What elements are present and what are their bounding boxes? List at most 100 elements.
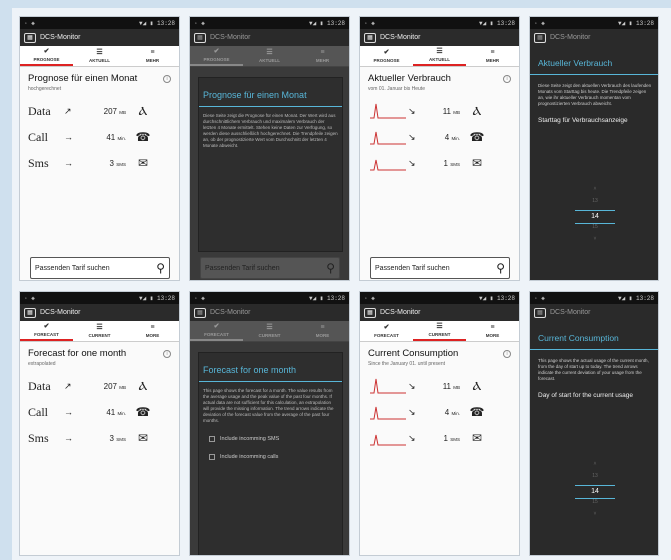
status-bar: ◦ ◈ ▼◢ ▮ 13:28 bbox=[20, 17, 179, 29]
antenna-icon: Ⲁ bbox=[138, 103, 148, 118]
page-subtitle: Since the January 01. until present bbox=[368, 361, 445, 367]
dialog-text: Diese Seite zeigt den aktuellen Verbrauc… bbox=[538, 83, 652, 106]
sparkline-graph bbox=[368, 377, 408, 395]
tab-forecast[interactable]: ✔ FORECAST bbox=[190, 321, 243, 341]
find-tariff-button[interactable]: Passenden Tarif suchen ⚲ bbox=[200, 257, 340, 279]
screenshot-board: ◦ ◈ ▼◢ ▮ 13:28 ▦ DCS-Monitor ✔ PROGNOSE ☰ AK… bbox=[12, 8, 671, 560]
info-icon[interactable]: i bbox=[503, 349, 511, 358]
sparkline-graph bbox=[368, 154, 408, 172]
sparkline-graph bbox=[368, 128, 408, 146]
tab-aktuell[interactable]: ☰ AKTUELL bbox=[413, 46, 466, 66]
picker-up-icon[interactable]: ˄ bbox=[575, 186, 615, 198]
tab-forecast[interactable]: ✔ FORECAST bbox=[20, 321, 73, 341]
menu-icon: ≡ bbox=[150, 49, 155, 56]
antenna-icon: Ⲁ bbox=[138, 378, 148, 393]
dialog-text: This page shows the actual usage of the … bbox=[538, 358, 649, 381]
tab-mehr[interactable]: ≡ MEHR bbox=[296, 46, 349, 66]
antenna-icon: Ⲁ bbox=[472, 103, 482, 118]
trend-flat-icon: → bbox=[64, 433, 73, 443]
sparkline-graph bbox=[368, 403, 408, 421]
app-logo-icon: ▦ bbox=[534, 307, 546, 318]
tab-more[interactable]: ≡ MORE bbox=[466, 321, 519, 341]
start-day-label: Starttag für Verbrauchsanzeige bbox=[538, 117, 628, 124]
envelope-icon: ✉ bbox=[137, 431, 149, 445]
tab-current[interactable]: ☰ CURRENT bbox=[73, 321, 126, 341]
search-icon: ⚲ bbox=[156, 261, 165, 275]
start-day-label: Day of start for the current usage bbox=[538, 392, 634, 399]
picker-selected[interactable]: 14 bbox=[575, 485, 615, 499]
page-title: Current Consumption bbox=[368, 348, 459, 359]
tab-current[interactable]: ☰ CURRENT bbox=[243, 321, 296, 341]
trend-down-icon: ↘ bbox=[408, 157, 416, 168]
usage-row-call: Call → 41 Min. ☎ bbox=[28, 129, 151, 145]
envelope-icon: ✉ bbox=[471, 156, 483, 170]
tab-current[interactable]: ☰ CURRENT bbox=[413, 321, 466, 341]
info-icon[interactable]: i bbox=[503, 74, 511, 83]
tab-aktuell[interactable]: ☰ AKTUELL bbox=[243, 46, 296, 66]
phone-de-current-dialog: ◦ ◈ ▼◢ ▮ 13:28 ▦ DCS-Monitor Aktueller Ver… bbox=[529, 16, 659, 281]
picker-down-icon[interactable]: ˅ bbox=[575, 236, 615, 248]
dialog-title: Aktueller Verbrauch bbox=[530, 46, 658, 75]
envelope-icon: ✉ bbox=[137, 156, 149, 170]
trend-up-icon: ↗ bbox=[64, 105, 72, 116]
page-title: Aktueller Verbrauch bbox=[368, 73, 451, 84]
trend-down-icon: ↘ bbox=[408, 380, 416, 391]
info-dialog: Forecast for one month This page shows t… bbox=[198, 352, 343, 555]
trend-down-icon: ↘ bbox=[408, 105, 416, 116]
usage-row-sms: Sms → 3 SMS ✉ bbox=[28, 425, 171, 451]
info-icon[interactable]: i bbox=[163, 349, 171, 358]
phone-de-current: ◦ ◈ ▼◢ ▮ 13:28 ▦ DCS-Monitor ✔ PROGNOSE ☰ AK… bbox=[359, 16, 520, 281]
picker-down-icon[interactable]: ˅ bbox=[575, 511, 615, 523]
tab-prognose[interactable]: ✔ PROGNOSE bbox=[190, 46, 243, 66]
day-picker[interactable]: ˄ 13 14 15 ˅ bbox=[575, 461, 615, 523]
phone-en-current-dialog: ◦ ◈ ▼◢ ▮ 13:28 ▦ DCS-Monitor Current Consu… bbox=[529, 291, 659, 556]
day-picker[interactable]: ˄ 13 14 15 ˅ bbox=[575, 186, 615, 248]
picker-selected[interactable]: 14 bbox=[575, 210, 615, 224]
tab-forecast[interactable]: ✔ FORECAST bbox=[360, 321, 413, 341]
phone-de-forecast: ◦ ◈ ▼◢ ▮ 13:28 ▦ DCS-Monitor ✔ PROGNOSE ☰ AK… bbox=[19, 16, 180, 281]
find-tariff-button[interactable]: Passenden Tarif suchen ⚲ bbox=[30, 257, 170, 279]
include-calls-checkbox[interactable]: Include incomming calls bbox=[199, 448, 342, 466]
app-logo-icon: ▦ bbox=[24, 32, 36, 43]
usage-row-data: ↘ 11 MB Ⲁ bbox=[368, 98, 511, 124]
tab-prognose[interactable]: ✔ PROGNOSE bbox=[360, 46, 413, 66]
tab-mehr[interactable]: ≡ MEHR bbox=[126, 46, 179, 66]
find-tariff-button[interactable]: Passenden Tarif suchen ⚲ bbox=[370, 257, 510, 279]
trend-up-icon: ↗ bbox=[64, 380, 72, 391]
trend-down-icon: ↘ bbox=[408, 406, 416, 417]
usage-row-sms: ↘ 1 SMS ✉ bbox=[368, 425, 511, 451]
tab-more[interactable]: ≡ MORE bbox=[126, 321, 179, 341]
trend-flat-icon: → bbox=[64, 158, 73, 168]
app-title: DCS-Monitor bbox=[40, 34, 81, 41]
page-subtitle: extrapolated bbox=[28, 361, 56, 367]
dialog-text: Diese Seite zeigt die Prognose für einen… bbox=[203, 113, 338, 148]
tab-mehr[interactable]: ≡ MEHR bbox=[466, 46, 519, 66]
app-bar: ▦ DCS-Monitor bbox=[20, 29, 179, 46]
tab-prognose[interactable]: ✔ PROGNOSE bbox=[20, 46, 73, 66]
trend-down-icon: ↘ bbox=[408, 131, 416, 142]
page-subtitle: vom 01. Januar bis Heute bbox=[368, 86, 425, 92]
app-logo-icon: ▦ bbox=[24, 307, 36, 318]
tab-more[interactable]: ≡ MORE bbox=[296, 321, 349, 341]
tab-aktuell[interactable]: ☰ AKTUELL bbox=[73, 46, 126, 66]
usage-row-call: ↘ 4 Min. ☎ bbox=[368, 399, 511, 425]
usage-row-sms: Sms → 3 SMS ✉ bbox=[28, 150, 171, 176]
picker-up-icon[interactable]: ˄ bbox=[575, 461, 615, 473]
app-logo-icon: ▦ bbox=[194, 307, 206, 318]
phone-icon: ☎ bbox=[469, 130, 485, 144]
phone-de-forecast-dialog: ◦ ◈ ▼◢ ▮ 13:28 ▦ DCS-Monitor ✔ PROGNOSE ☰ AK… bbox=[189, 16, 350, 281]
phone-icon: ☎ bbox=[469, 405, 485, 419]
dialog-title: Forecast for one month bbox=[199, 353, 342, 382]
dialog-title: Current Consumption bbox=[530, 321, 658, 350]
app-logo-icon: ▦ bbox=[364, 32, 376, 43]
info-icon[interactable]: i bbox=[163, 74, 171, 83]
phone-icon: ☎ bbox=[135, 130, 151, 144]
sparkline-graph bbox=[368, 429, 408, 447]
check-icon: ✔ bbox=[43, 48, 50, 55]
usage-row-sms: ↘ 1 SMS ✉ bbox=[368, 150, 511, 176]
start-day-dialog: Aktueller Verbrauch Diese Seite zeigt de… bbox=[530, 46, 658, 280]
phone-en-forecast: ◦ ◈ ▼◢ ▮ 13:28 ▦ DCS-Monitor ✔ FORECAST ☰ CU… bbox=[19, 291, 180, 556]
app-logo-icon: ▦ bbox=[534, 32, 546, 43]
page-title: Prognose für einen Monat bbox=[28, 73, 138, 84]
include-sms-checkbox[interactable]: Include incomming SMS bbox=[199, 430, 342, 448]
